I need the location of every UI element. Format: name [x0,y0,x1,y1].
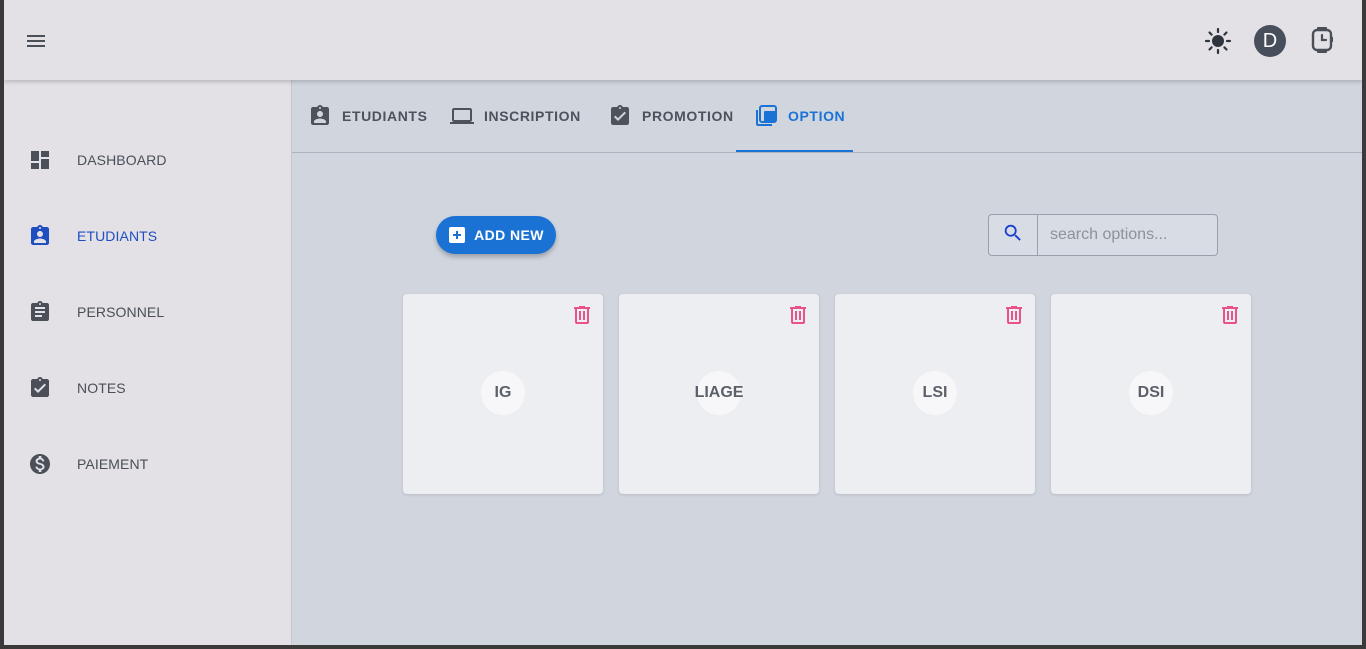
search-input[interactable] [1038,214,1218,256]
add-new-button[interactable]: ADD NEW [436,216,556,254]
student-badge-icon [28,224,52,248]
option-card[interactable]: IG [403,294,603,494]
app-window: D DASHBOARD ETUDIANTS PERSONNEL NOTES PA… [4,0,1362,645]
option-card[interactable]: LSI [835,294,1035,494]
trash-icon[interactable] [1218,303,1242,327]
option-label: IG [481,371,525,415]
tab-etudiants[interactable]: ETUDIANTS [308,80,428,152]
top-app-bar: D [4,0,1362,80]
clipboard-icon [28,300,52,324]
sidebar-item-notes[interactable]: NOTES [4,364,292,412]
clipboard-check-icon [608,104,632,128]
dollar-icon [28,452,52,476]
sidebar: DASHBOARD ETUDIANTS PERSONNEL NOTES PAIE… [4,80,292,645]
sidebar-item-label: ETUDIANTS [77,228,158,244]
search-icon [1002,222,1024,249]
add-new-label: ADD NEW [474,227,544,243]
sidebar-item-label: NOTES [77,380,126,396]
sidebar-item-dashboard[interactable]: DASHBOARD [4,136,292,184]
option-label: DSI [1129,371,1173,415]
watch-icon[interactable] [1307,25,1337,55]
search-button[interactable] [988,214,1038,256]
sidebar-item-paiement[interactable]: PAIEMENT [4,440,292,488]
trash-icon[interactable] [1002,303,1026,327]
student-badge-icon [308,104,332,128]
sidebar-item-label: PAIEMENT [77,456,149,472]
menu-icon[interactable] [24,29,48,53]
library-icon [754,104,778,128]
sidebar-item-etudiants[interactable]: ETUDIANTS [4,212,292,260]
trash-icon[interactable] [786,303,810,327]
tab-bar: ETUDIANTS INSCRIPTION PROMOTION OPTION [292,80,1362,153]
dashboard-icon [28,148,52,172]
tab-option[interactable]: OPTION [754,80,845,152]
sidebar-item-label: DASHBOARD [77,152,167,168]
tab-label: PROMOTION [642,108,734,124]
tab-label: OPTION [788,108,846,124]
trash-icon[interactable] [570,303,594,327]
option-card[interactable]: DSI [1051,294,1251,494]
option-label: LIAGE [695,371,743,415]
tab-inscription[interactable]: INSCRIPTION [450,80,581,152]
option-card[interactable]: LIAGE [619,294,819,494]
plus-box-icon [448,226,466,244]
avatar[interactable]: D [1254,25,1286,57]
option-label: LSI [913,371,957,415]
tab-label: INSCRIPTION [484,108,581,124]
clipboard-check-icon [28,376,52,400]
sun-icon[interactable] [1204,27,1232,55]
laptop-icon [450,104,474,128]
sidebar-item-label: PERSONNEL [77,304,165,320]
tab-label: ETUDIANTS [342,108,428,124]
active-tab-indicator [736,150,853,152]
sidebar-item-personnel[interactable]: PERSONNEL [4,288,292,336]
tab-promotion[interactable]: PROMOTION [608,80,734,152]
